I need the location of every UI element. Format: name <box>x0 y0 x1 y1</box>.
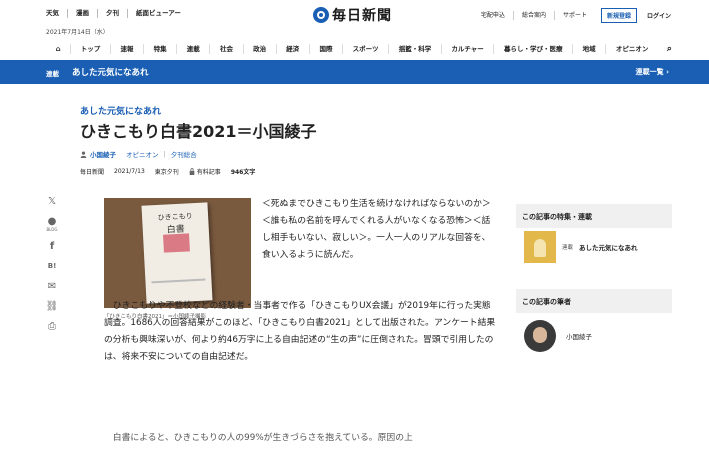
nav-item-features[interactable]: 特集 <box>143 44 176 54</box>
weather-link[interactable]: 天気 <box>46 9 67 18</box>
nav-item-economy[interactable]: 経済 <box>275 44 309 54</box>
article-photo[interactable]: ひきこもり 白書 <box>104 198 251 308</box>
register-button[interactable]: 新規登録 <box>600 8 637 23</box>
paper-viewer-link[interactable]: 紙面ビューアー <box>127 9 189 18</box>
delivery-link[interactable]: 宅配申込 <box>473 11 513 20</box>
nav-item-international[interactable]: 国際 <box>308 44 342 54</box>
paid-label: 有料記事 <box>196 169 221 176</box>
author-icon <box>80 150 87 158</box>
login-link[interactable]: ログイン <box>647 11 671 20</box>
facebook-icon[interactable]: f <box>50 241 54 252</box>
nav-item-breaking[interactable]: 速報 <box>109 44 143 54</box>
print-icon[interactable]: ⎙ <box>48 321 56 332</box>
body-paragraph-3: 白書によると、ひきこもりの人の99%が生きづらさを抱えている。原因の上 <box>104 433 413 443</box>
body-paragraph-1: ＜死ぬまでひきこもり生活を続けなければならないのか＞＜誰も私の名前を呼んでくれる… <box>262 199 491 260</box>
edition: 東京夕刊 <box>154 169 179 176</box>
account-links: 宅配申込 総合案内 サポート 新規登録 ログイン <box>473 8 671 23</box>
series-tag: 連載 <box>562 245 574 251</box>
series-bar-tag: 連載 <box>46 70 59 78</box>
series-bar: 連載 あした元気になあれ 連載一覧 › <box>0 60 709 84</box>
nav-item-life[interactable]: 暮らし・学び・医療 <box>493 44 572 54</box>
series-list-link[interactable]: 連載一覧 › <box>636 67 669 77</box>
current-date: 2021年7月14日（水） <box>46 29 109 36</box>
series-name: あした元気になあれ <box>579 244 638 252</box>
hatena-icon[interactable]: B! <box>48 261 57 272</box>
lock-icon <box>189 168 195 175</box>
article-meta: 毎日新聞 2021/7/13 東京夕刊 有料記事 946文字 <box>80 167 255 176</box>
publish-date: 2021/7/13 <box>114 168 145 175</box>
nav-item-politics[interactable]: 政治 <box>242 44 276 54</box>
main-nav: ⌂ トップ 速報 特集 連載 社会 政治 経済 国際 スポーツ 揺籃・科学 カル… <box>46 44 672 54</box>
blog-icon: ● <box>47 216 57 227</box>
sidebar-author-item[interactable]: 小国綾子 <box>524 320 592 352</box>
series-list-label: 連載一覧 <box>635 68 664 76</box>
article-kicker[interactable]: あした元気になあれ <box>80 104 161 117</box>
nav-item-region[interactable]: 地域 <box>572 44 605 54</box>
logo-mark-icon <box>313 7 329 23</box>
blog-label: BLOG <box>46 227 58 232</box>
avatar <box>524 320 556 352</box>
publisher: 毎日新聞 <box>80 169 105 176</box>
nav-item-society[interactable]: 社会 <box>209 44 242 54</box>
category-link[interactable]: オピニオン <box>126 149 159 159</box>
logo-text: 毎日新聞 <box>332 8 392 24</box>
section-link[interactable]: 夕刊総合 <box>171 149 197 159</box>
nav-item-culture[interactable]: カルチャー <box>440 44 494 54</box>
nav-item-top[interactable]: トップ <box>70 44 110 54</box>
article-title: ひきこもり白書2021＝小国綾子 <box>80 122 317 141</box>
book-band <box>163 233 190 253</box>
series-thumbnail <box>524 231 556 263</box>
sidebar-series-item[interactable]: 連載 あした元気になあれ <box>524 231 638 263</box>
nav-item-opinion[interactable]: オピニオン <box>605 44 658 54</box>
blog-share[interactable]: ● BLOG <box>46 216 57 232</box>
comics-link[interactable]: 漫画 <box>67 9 97 18</box>
word-count: 946文字 <box>230 169 256 176</box>
search-icon[interactable]: ⌕ <box>658 44 672 54</box>
utility-links: 天気 漫画 夕刊 紙面ビューアー <box>46 9 189 18</box>
twitter-icon[interactable]: 𝕏 <box>48 196 56 207</box>
byline: 小国綾子 オピニオン | 夕刊総合 <box>80 149 197 159</box>
sidebar-author-heading: この記事の筆者 <box>516 289 672 313</box>
sidebar-series-heading: この記事の特集・連載 <box>516 204 672 228</box>
series-bar-title[interactable]: あした元気になあれ <box>72 66 149 78</box>
nav-item-science[interactable]: 揺籃・科学 <box>388 44 441 54</box>
evening-link[interactable]: 夕刊 <box>97 9 127 18</box>
chevron-right-icon: › <box>666 68 669 76</box>
site-logo[interactable]: 毎日新聞 <box>313 5 392 25</box>
mail-icon[interactable]: ✉ <box>48 281 56 292</box>
nav-item-sports[interactable]: スポーツ <box>342 44 388 54</box>
support-link[interactable]: サポート <box>553 11 595 20</box>
link-icon[interactable]: ⛓ <box>46 301 59 312</box>
book-cover: ひきこもり 白書 <box>141 202 213 304</box>
body-paragraph-2: ひきこもりや不登校などの経験者・当事者で作る「ひきこもりUX会議」が2019年に… <box>104 301 496 362</box>
sidebar-author-name: 小国綾子 <box>566 333 592 341</box>
home-icon[interactable]: ⌂ <box>46 44 70 54</box>
byline-separator: | <box>163 150 166 158</box>
share-column: 𝕏 ● BLOG f B! ✉ ⛓ ⎙ <box>44 196 60 332</box>
author-link[interactable]: 小国綾子 <box>90 149 116 159</box>
nav-item-series[interactable]: 連載 <box>176 44 209 54</box>
info-link[interactable]: 総合案内 <box>512 11 554 20</box>
book-subtitle-line <box>151 278 206 284</box>
paid-badge: 有料記事 <box>189 167 221 176</box>
